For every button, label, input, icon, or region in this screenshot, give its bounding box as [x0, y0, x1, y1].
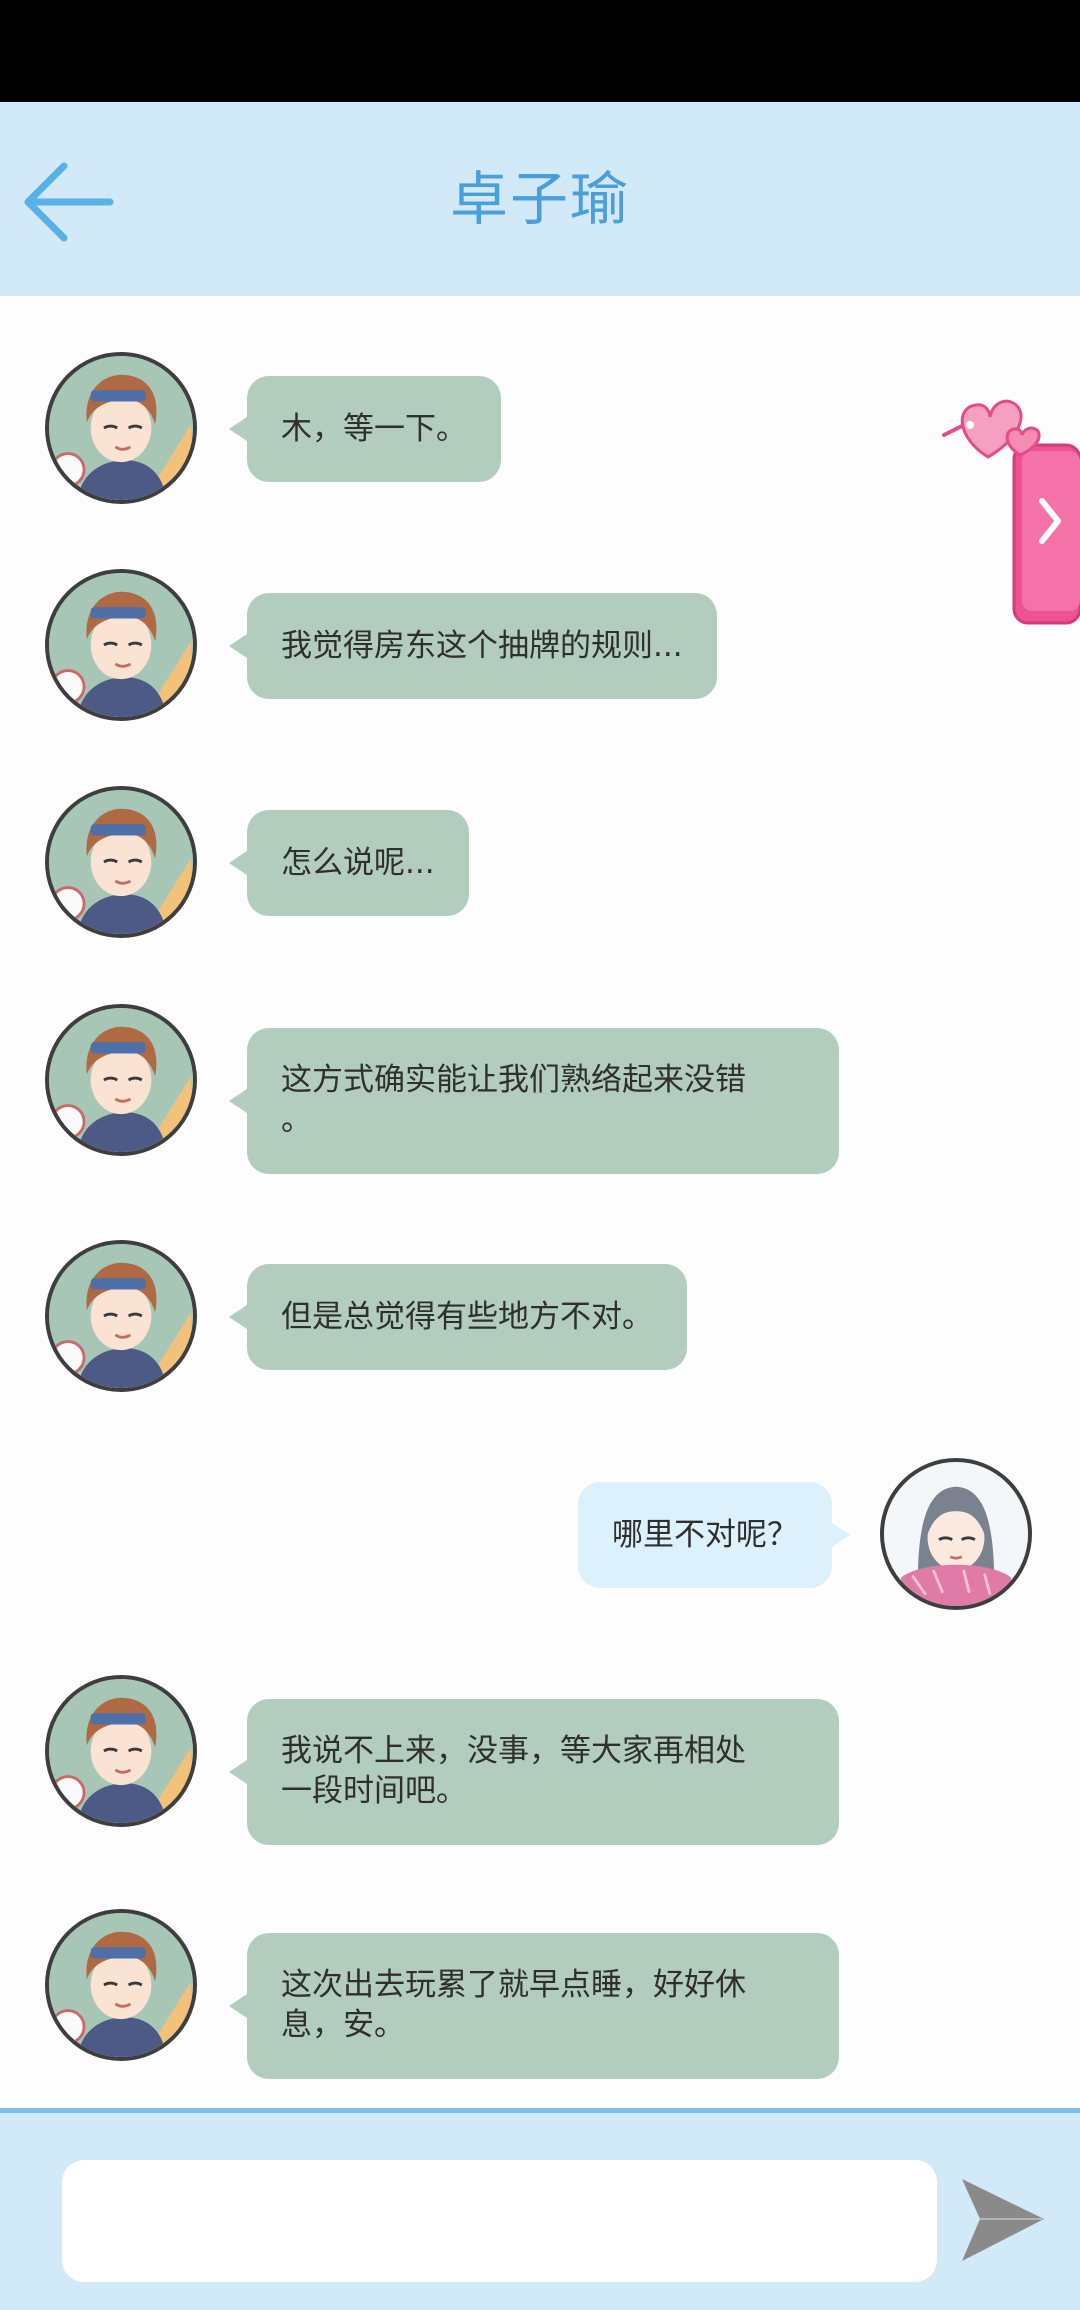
send-arrow-icon: [962, 2179, 1044, 2261]
side-drawer-tab[interactable]: [942, 385, 1080, 635]
contact-avatar[interactable]: [45, 352, 197, 504]
contact-avatar[interactable]: [45, 1240, 197, 1392]
message-bubble: 但是总觉得有些地方不对。: [229, 1264, 687, 1370]
chat-message-list[interactable]: 木，等一下。 我觉得房东这个抽牌的规则... 怎么说呢... 这方式确实能让我们…: [0, 296, 1080, 2108]
message-bubble: 怎么说呢...: [229, 810, 469, 916]
message-bubble: 这次出去玩累了就早点睡，好好休 息，安。: [229, 1933, 839, 2079]
status-bar: [0, 0, 1080, 102]
contact-avatar[interactable]: [45, 786, 197, 938]
chat-title: 卓子瑜: [449, 165, 630, 233]
message-bubble: 木，等一下。: [229, 376, 501, 482]
message-composer: [0, 2108, 1080, 2310]
message-bubble: 我觉得房东这个抽牌的规则...: [229, 593, 717, 699]
contact-avatar[interactable]: [45, 1004, 197, 1156]
message-input[interactable]: [62, 2160, 937, 2282]
contact-avatar[interactable]: [45, 569, 197, 721]
contact-avatar[interactable]: [45, 1675, 197, 1827]
contact-avatar[interactable]: [45, 1909, 197, 2061]
app-header: 卓子瑜: [0, 102, 1080, 296]
heart-chevron-right-icon: [942, 399, 1080, 625]
self-avatar[interactable]: [880, 1458, 1032, 1610]
message-bubble: 这方式确实能让我们熟络起来没错 。: [229, 1028, 839, 1174]
message-bubble: 哪里不对呢？: [578, 1482, 850, 1588]
message-bubble: 我说不上来，没事，等大家再相处 一段时间吧。: [229, 1699, 839, 1845]
send-button[interactable]: [960, 2171, 1046, 2267]
